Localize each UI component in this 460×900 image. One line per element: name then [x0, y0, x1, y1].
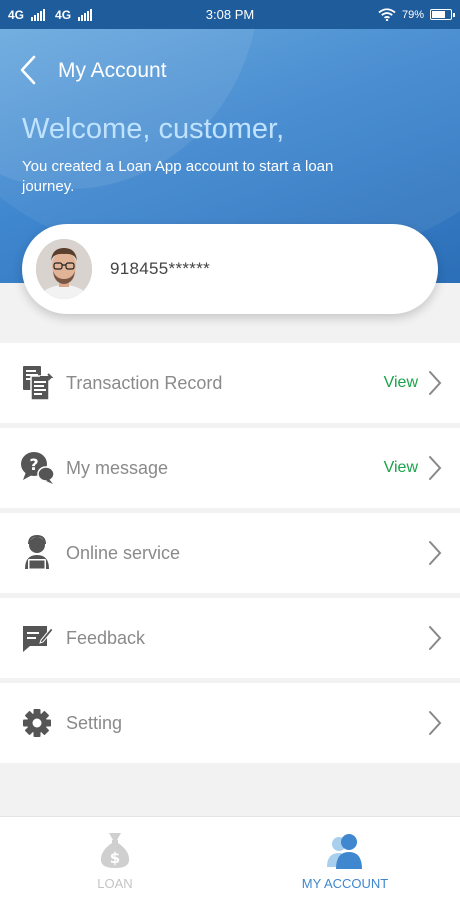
chevron-right-icon: [429, 541, 442, 565]
menu-item-label: My message: [66, 457, 169, 478]
menu-item-feedback[interactable]: Feedback: [0, 598, 460, 678]
welcome-subtitle: You created a Loan App account to start …: [22, 158, 334, 195]
account-number: 918455******: [110, 259, 211, 278]
svg-text:$: $: [110, 849, 120, 867]
network-indicators: 4G 4G: [8, 7, 93, 22]
chevron-right-icon: [429, 456, 442, 480]
chat-question-icon: ?: [21, 452, 54, 484]
account-menu: Transaction Record View ? My message Vie…: [0, 343, 460, 768]
menu-item-label: Transaction Record: [66, 372, 223, 393]
back-button[interactable]: [16, 53, 46, 87]
battery-percent: 79%: [401, 8, 424, 21]
svg-text:?: ?: [29, 455, 38, 474]
customer-service-icon: [25, 535, 49, 570]
network-type-2: 4G: [55, 7, 72, 22]
network-type-1: 4G: [8, 7, 25, 22]
menu-item-label: Feedback: [66, 627, 146, 648]
menu-item-my-message[interactable]: ? My message View: [0, 428, 460, 508]
users-icon: [327, 834, 362, 869]
signal-icon: [31, 8, 46, 21]
back-arrow-icon: [20, 55, 36, 85]
tab-label: LOAN: [97, 876, 133, 891]
chevron-right-icon: [429, 711, 442, 735]
menu-item-setting[interactable]: Setting: [0, 683, 460, 763]
tab-my-account[interactable]: MY ACCOUNT: [230, 817, 460, 900]
chevron-right-icon: [429, 626, 442, 650]
document-list-icon: [23, 366, 54, 401]
view-link[interactable]: View: [384, 459, 418, 477]
battery-fill: [432, 11, 445, 18]
welcome-heading: Welcome, customer,: [22, 113, 285, 145]
wifi-icon: [378, 8, 396, 21]
tab-loan[interactable]: $ LOAN: [0, 817, 230, 900]
menu-item-label: Setting: [66, 712, 123, 733]
chevron-right-icon: [429, 371, 442, 395]
status-bar: 4G 4G 3:08 PM 79%: [0, 0, 460, 29]
view-link[interactable]: View: [384, 374, 418, 392]
money-bag-icon: $: [100, 833, 130, 868]
page-title: My Account: [58, 59, 167, 82]
signal-icon: [78, 8, 93, 21]
avatar: [36, 239, 92, 299]
gear-icon: [23, 709, 51, 737]
user-photo: [36, 239, 92, 299]
menu-item-online-service[interactable]: Online service: [0, 513, 460, 593]
battery-icon: [430, 9, 455, 20]
account-card[interactable]: 918455******: [22, 224, 438, 314]
menu-item-label: Online service: [66, 542, 181, 563]
tab-label: MY ACCOUNT: [301, 876, 389, 891]
menu-item-transaction-record[interactable]: Transaction Record View: [0, 343, 460, 423]
feedback-edit-icon: [23, 626, 54, 652]
bottom-tab-bar: $ LOAN MY ACCOUNT: [0, 816, 460, 900]
